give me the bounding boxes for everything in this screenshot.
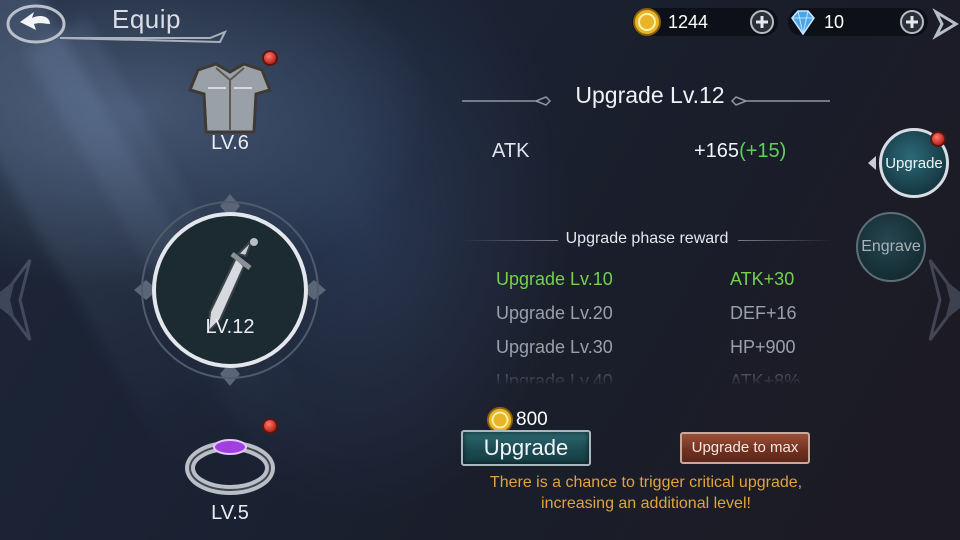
reward-row: Upgrade Lv.30 HP+900: [462, 334, 832, 368]
stat-bonus-value: (+15): [739, 140, 787, 162]
upgrade-button[interactable]: Upgrade: [461, 430, 591, 466]
plus-icon: [906, 16, 918, 28]
back-arrow-icon: [6, 4, 66, 44]
tab-engrave-label: Engrave: [861, 238, 921, 255]
selected-weapon-circle: [152, 212, 308, 368]
reward-bonus: ATK+30: [730, 269, 795, 289]
blue-gem-icon: [791, 10, 815, 36]
upgrade-tab-alert-dot: [930, 131, 946, 147]
armor-chestplate-icon: [187, 62, 273, 134]
reward-row: Upgrade Lv.40 ATK+8%: [462, 368, 832, 384]
upgrade-to-max-button[interactable]: Upgrade to max: [680, 432, 810, 464]
page-title: Equip: [112, 4, 181, 34]
stat-current-value: +165: [694, 140, 740, 162]
gold-currency: 1244: [632, 8, 778, 36]
reward-row: Upgrade Lv.20 DEF+16: [462, 300, 832, 334]
armor-slot[interactable]: LV.6: [180, 50, 280, 158]
left-ornament: [0, 259, 32, 341]
gem-amount: 10: [824, 11, 845, 32]
cost-amount: 800: [516, 409, 548, 430]
active-tab-arrow-icon: [868, 156, 876, 170]
weapon-level: LV.12: [205, 316, 255, 338]
plus-icon: [756, 16, 768, 28]
ring-alert-dot: [262, 418, 278, 434]
gem-currency: 10: [788, 8, 928, 36]
upgrade-level-title: Upgrade Lv.12: [575, 82, 725, 108]
armor-level: LV.6: [211, 132, 249, 154]
back-button[interactable]: [6, 4, 68, 44]
ring-slot[interactable]: LV.5: [180, 418, 280, 530]
tab-upgrade-label: Upgrade: [885, 154, 943, 172]
reward-bonus: ATK+8%: [730, 371, 801, 384]
reward-level: Upgrade Lv.20: [496, 303, 613, 323]
critical-upgrade-hint: There is a chance to trigger critical up…: [489, 474, 803, 512]
reward-row: Upgrade Lv.10 ATK+30: [462, 266, 832, 300]
weapon-slot[interactable]: LV.12: [150, 210, 310, 370]
tab-engrave[interactable]: Engrave: [856, 212, 926, 282]
gold-amount: 1244: [668, 11, 709, 32]
reward-bonus: DEF+16: [730, 303, 797, 323]
gold-coin-icon: [633, 8, 661, 36]
reward-level: Upgrade Lv.40: [496, 371, 613, 384]
reward-bonus: HP+900: [730, 337, 796, 357]
reward-section-header: Upgrade phase reward: [565, 230, 729, 247]
ring-icon: [185, 439, 275, 495]
stat-value: +165(+15): [694, 140, 786, 163]
reward-list[interactable]: Upgrade Lv.10 ATK+30 Upgrade Lv.20 DEF+1…: [462, 266, 832, 384]
armor-alert-dot: [262, 50, 278, 66]
stat-name: ATK: [492, 140, 530, 162]
ring-level: LV.5: [211, 502, 249, 524]
reward-level: Upgrade Lv.10: [496, 269, 613, 289]
menu-toggle-button[interactable]: [930, 4, 960, 44]
menu-arrow-icon: [932, 8, 959, 40]
add-gems-button[interactable]: [900, 10, 924, 34]
reward-level: Upgrade Lv.30: [496, 337, 613, 357]
add-gold-button[interactable]: [750, 10, 774, 34]
